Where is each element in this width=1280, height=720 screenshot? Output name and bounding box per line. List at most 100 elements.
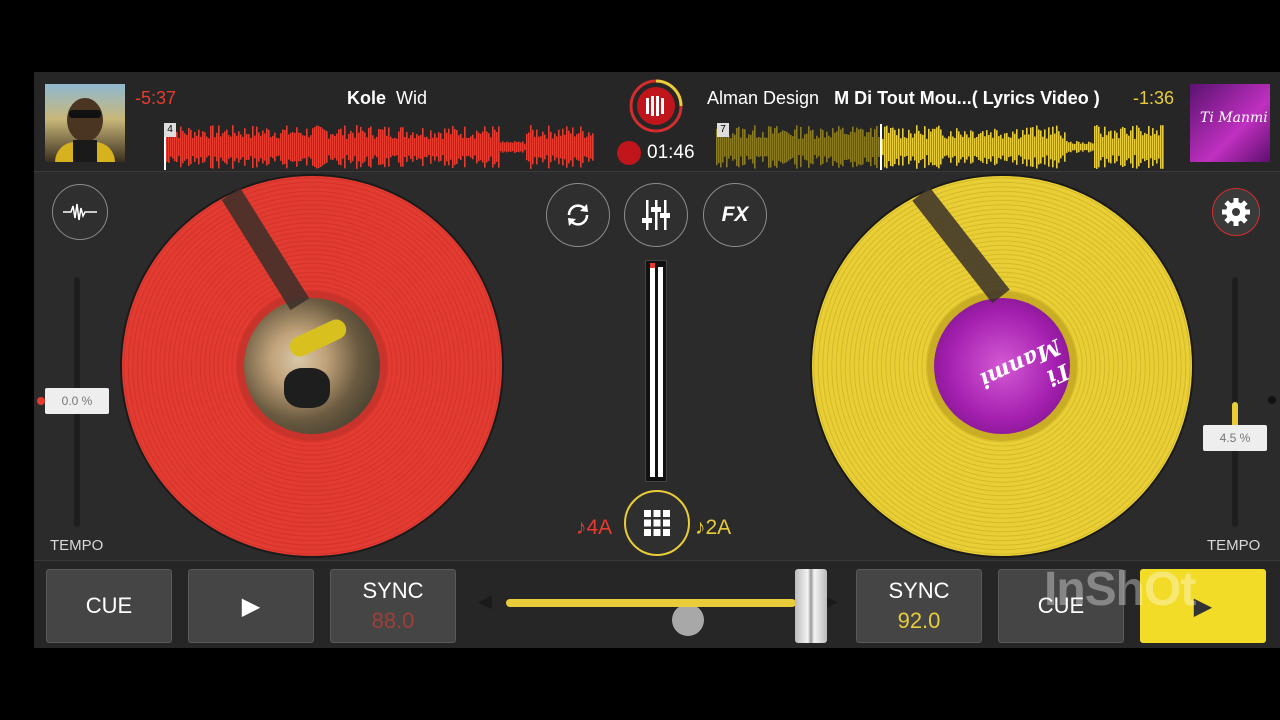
waveform-bar	[448, 128, 450, 166]
waveform-bar	[956, 128, 958, 166]
waveform-bar	[834, 132, 836, 162]
waveform-bar	[338, 129, 340, 165]
waveform-icon	[63, 203, 97, 221]
waveform-bar	[756, 137, 758, 157]
meter-peak	[650, 263, 655, 268]
play-icon: ▶	[1193, 592, 1213, 620]
waveform-bar	[872, 136, 874, 158]
deck-left-turntable[interactable]	[122, 176, 502, 556]
deck-left-cue-label: CUE	[85, 593, 133, 618]
waveform-bar	[876, 125, 878, 169]
waveform-bar	[582, 131, 584, 163]
waveform-bar	[968, 137, 970, 157]
top-bar: -5:37 Kole Wid 4 01:46 Alman Design M Di…	[34, 72, 1280, 172]
deck-right-cover-art[interactable]: Ti Manmi	[1190, 84, 1270, 162]
waveform-bar	[962, 136, 964, 158]
waveform-bar	[292, 132, 294, 162]
waveform-bar	[524, 143, 526, 151]
waveform-bar	[1024, 134, 1026, 160]
waveform-bar	[1136, 125, 1138, 169]
waveform-bar	[924, 126, 926, 168]
waveform-bar	[496, 132, 498, 162]
waveform-bar	[472, 134, 474, 160]
mixer-button[interactable]	[624, 183, 688, 247]
waveform-bar	[312, 128, 314, 166]
crossfader-handle[interactable]	[795, 569, 827, 643]
waveform-bar	[1114, 130, 1116, 164]
deck-right-sync-button[interactable]: SYNC 92.0	[856, 569, 982, 643]
waveform-bar	[1162, 125, 1164, 169]
deck-right-turntable[interactable]: Ti Manmi	[812, 176, 1192, 556]
waveform-bar	[1160, 125, 1162, 169]
waveform-bar	[552, 138, 554, 156]
waveform-bar	[492, 126, 494, 168]
waveform-bar	[780, 131, 782, 163]
waveform-bar	[796, 125, 798, 169]
waveform-bar	[870, 127, 872, 167]
waveform-bar	[1012, 131, 1014, 163]
deck-right-cover-text: Ti Manmi	[1200, 110, 1268, 126]
waveform-bar	[1046, 138, 1048, 156]
waveform-bar	[814, 138, 816, 156]
waveform-bar	[474, 138, 476, 156]
deck-left-play-button[interactable]: ▶	[188, 569, 314, 643]
waveform-bar	[828, 135, 830, 159]
deck-right-tempo-value[interactable]: 4.5 %	[1203, 425, 1267, 451]
waveform-bar	[410, 135, 412, 159]
waveform-bar	[980, 132, 982, 162]
waveform-button[interactable]	[52, 184, 108, 240]
waveform-bar	[1110, 130, 1112, 164]
waveform-bar	[192, 137, 194, 157]
deck-left-sync-label: SYNC	[362, 578, 424, 603]
deck-left-waveform[interactable]	[144, 122, 600, 172]
fx-button[interactable]: FX	[703, 183, 767, 247]
waveform-bar	[994, 128, 996, 166]
deck-right-key[interactable]: ♪2A	[695, 516, 731, 540]
deck-right-waveform[interactable]	[714, 122, 1170, 172]
record-indicator-icon[interactable]	[617, 141, 641, 165]
waveform-bar	[244, 128, 246, 166]
waveform-bar	[296, 127, 298, 167]
waveform-bar	[390, 136, 392, 158]
deck-left-tempo-value[interactable]: 0.0 %	[45, 388, 109, 414]
waveform-bar	[218, 125, 220, 169]
deck-right-track-title[interactable]: Alman Design M Di Tout Mou...( Lyrics Vi…	[707, 88, 1100, 109]
waveform-bar	[948, 136, 950, 158]
deck-right-bpm: 92.0	[897, 608, 941, 633]
sync-loop-button[interactable]	[546, 183, 610, 247]
deck-left-key[interactable]: ♪4A	[576, 516, 612, 540]
waveform-bar	[564, 134, 566, 160]
waveform-bar	[1080, 143, 1082, 151]
waveform-bar	[436, 137, 438, 157]
deck-left-sync-button[interactable]: SYNC 88.0	[330, 569, 704, 643]
waveform-bar	[1130, 130, 1132, 164]
pads-button[interactable]	[624, 490, 690, 556]
deck-left-track-title[interactable]: Kole Wid	[347, 88, 427, 109]
waveform-bar	[1038, 129, 1040, 165]
waveform-bar	[488, 133, 490, 161]
waveform-bar	[740, 137, 742, 157]
waveform-bar	[540, 136, 542, 158]
settings-button[interactable]	[1212, 188, 1260, 236]
waveform-bar	[568, 130, 570, 164]
waveform-bar	[260, 135, 262, 159]
waveform-bar	[418, 135, 420, 159]
waveform-bar	[818, 137, 820, 157]
waveform-bar	[370, 126, 372, 168]
deck-left-cover-art[interactable]	[45, 84, 125, 162]
deck-left-cue-button[interactable]: CUE	[46, 569, 172, 643]
waveform-bar	[1074, 143, 1076, 151]
waveform-bar	[930, 131, 932, 163]
waveform-bar	[762, 132, 764, 162]
waveform-bar	[1034, 136, 1036, 158]
crossfader-track[interactable]	[506, 599, 796, 607]
record-logo-icon[interactable]	[628, 78, 684, 134]
waveform-bar	[270, 137, 272, 157]
waveform-bar	[310, 135, 312, 159]
waveform-bar	[342, 135, 344, 159]
waveform-bar	[422, 127, 424, 167]
waveform-bar	[866, 132, 868, 162]
waveform-bar	[992, 137, 994, 157]
waveform-bar	[1144, 132, 1146, 162]
waveform-bar	[526, 133, 528, 161]
